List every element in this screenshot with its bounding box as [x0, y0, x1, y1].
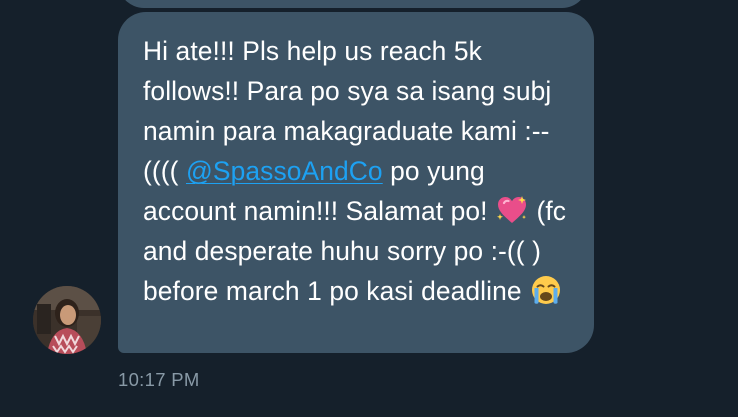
mention-link[interactable]: @SpassoAndCo — [186, 156, 383, 186]
previous-message-bubble — [118, 0, 588, 8]
loudly-crying-face-icon — [529, 274, 563, 306]
sparkling-heart-icon — [495, 194, 529, 226]
avatar[interactable] — [33, 286, 101, 354]
message-text: Hi ate!!! Pls help us reach 5k follows!!… — [143, 31, 574, 311]
message-bubble: Hi ate!!! Pls help us reach 5k follows!!… — [118, 12, 594, 353]
message-timestamp: 10:17 PM — [118, 369, 200, 390]
